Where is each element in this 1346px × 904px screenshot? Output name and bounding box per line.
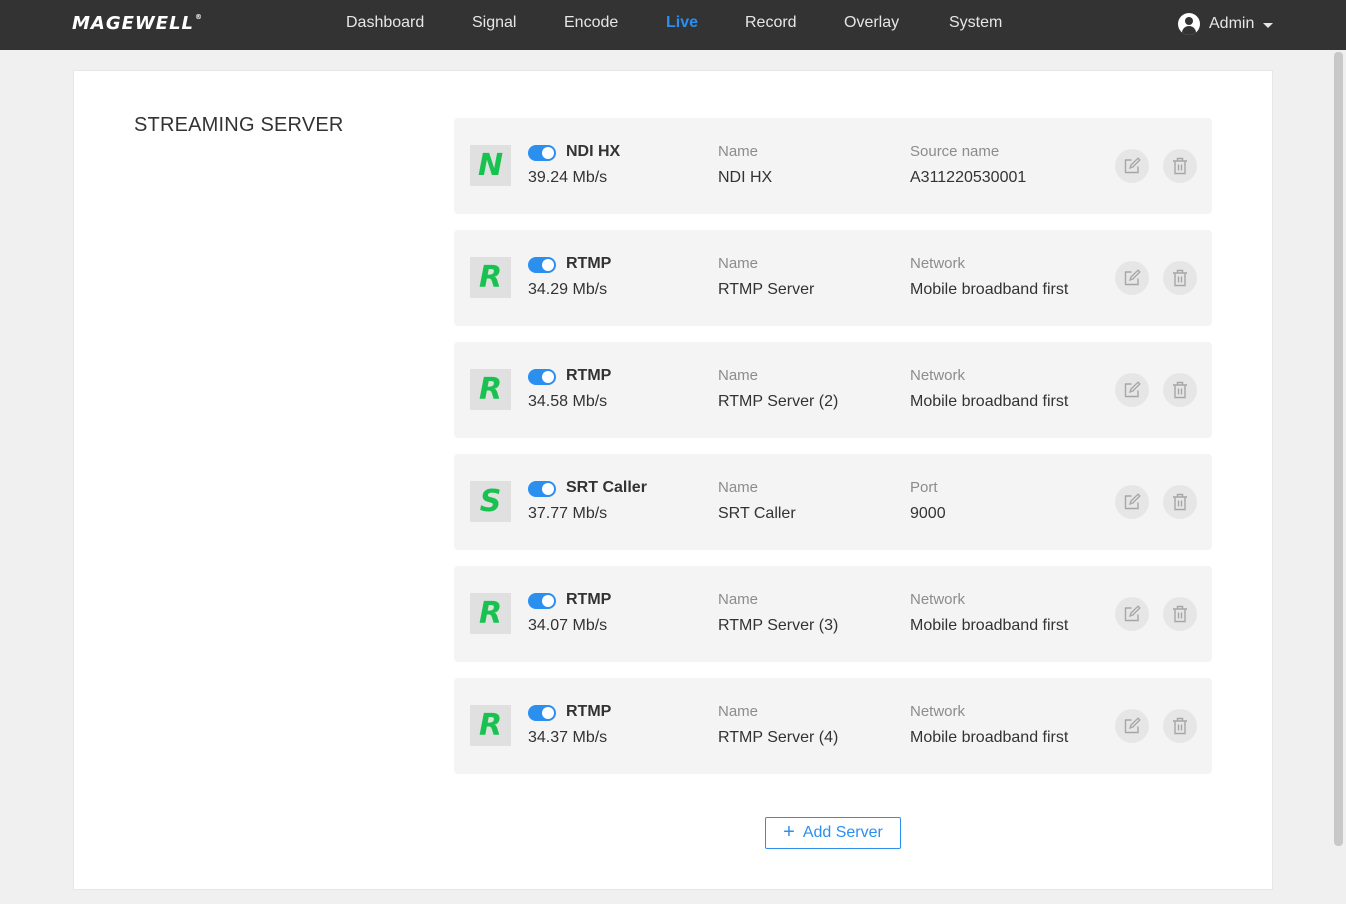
server-enable-toggle[interactable] bbox=[528, 257, 556, 273]
trash-icon bbox=[1173, 493, 1187, 511]
server-card: S SRT Caller 37.77 Mb/s Name SRT Caller … bbox=[454, 454, 1212, 550]
edit-icon bbox=[1124, 717, 1141, 734]
server-bitrate: 34.37 Mb/s bbox=[528, 729, 608, 746]
edit-icon bbox=[1124, 493, 1141, 510]
server-bitrate: 34.07 Mb/s bbox=[528, 617, 608, 634]
name-label: Name bbox=[718, 703, 759, 720]
server-enable-toggle[interactable] bbox=[528, 705, 556, 721]
detail-value: Mobile broadband first bbox=[910, 729, 1069, 746]
edit-icon bbox=[1124, 605, 1141, 622]
chevron-down-icon bbox=[1263, 22, 1274, 28]
detail-value: Mobile broadband first bbox=[910, 617, 1069, 634]
delete-button[interactable] bbox=[1163, 261, 1197, 295]
top-navigation-bar: MAGEWELL® Dashboard Signal Encode Live R… bbox=[0, 0, 1346, 50]
server-type: SRT Caller bbox=[566, 479, 647, 496]
trash-icon bbox=[1173, 157, 1187, 175]
protocol-badge: R bbox=[470, 593, 511, 634]
server-name: RTMP Server (2) bbox=[718, 393, 839, 410]
server-type: RTMP bbox=[566, 591, 612, 608]
trash-icon bbox=[1173, 717, 1187, 735]
server-bitrate: 34.58 Mb/s bbox=[528, 393, 608, 410]
magewell-logo[interactable]: MAGEWELL® bbox=[72, 13, 203, 34]
detail-value: Mobile broadband first bbox=[910, 281, 1069, 298]
add-server-button[interactable]: + Add Server bbox=[765, 817, 901, 849]
logo-trademark: ® bbox=[195, 13, 204, 21]
nav-system[interactable]: System bbox=[949, 14, 1002, 32]
edit-button[interactable] bbox=[1115, 261, 1149, 295]
server-bitrate: 34.29 Mb/s bbox=[528, 281, 608, 298]
server-enable-toggle[interactable] bbox=[528, 369, 556, 385]
server-card: N NDI HX 39.24 Mb/s Name NDI HX Source n… bbox=[454, 118, 1212, 214]
edit-icon bbox=[1124, 157, 1141, 174]
server-bitrate: 39.24 Mb/s bbox=[528, 169, 608, 186]
trash-icon bbox=[1173, 381, 1187, 399]
protocol-badge: S bbox=[470, 481, 511, 522]
server-card: R RTMP 34.58 Mb/s Name RTMP Server (2) N… bbox=[454, 342, 1212, 438]
detail-label: Network bbox=[910, 255, 966, 272]
nav-encode[interactable]: Encode bbox=[564, 14, 618, 32]
edit-button[interactable] bbox=[1115, 149, 1149, 183]
protocol-badge: N bbox=[470, 145, 511, 186]
protocol-badge: R bbox=[470, 257, 511, 298]
nav-overlay[interactable]: Overlay bbox=[844, 14, 899, 32]
server-enable-toggle[interactable] bbox=[528, 145, 556, 161]
detail-value: 9000 bbox=[910, 505, 946, 522]
delete-button[interactable] bbox=[1163, 597, 1197, 631]
nav-live[interactable]: Live bbox=[666, 14, 698, 32]
server-bitrate: 37.77 Mb/s bbox=[528, 505, 608, 522]
edit-button[interactable] bbox=[1115, 597, 1149, 631]
trash-icon bbox=[1173, 269, 1187, 287]
server-type: RTMP bbox=[566, 367, 612, 384]
name-label: Name bbox=[718, 367, 759, 384]
server-enable-toggle[interactable] bbox=[528, 593, 556, 609]
server-type: NDI HX bbox=[566, 143, 621, 160]
server-card: R RTMP 34.07 Mb/s Name RTMP Server (3) N… bbox=[454, 566, 1212, 662]
name-label: Name bbox=[718, 591, 759, 608]
detail-label: Network bbox=[910, 367, 966, 384]
server-card: R RTMP 34.29 Mb/s Name RTMP Server Netwo… bbox=[454, 230, 1212, 326]
name-label: Name bbox=[718, 143, 759, 160]
delete-button[interactable] bbox=[1163, 149, 1197, 183]
user-name: Admin bbox=[1209, 15, 1255, 32]
server-name: SRT Caller bbox=[718, 505, 796, 522]
detail-label: Source name bbox=[910, 143, 1000, 160]
logo-text: MAGEWELL bbox=[72, 13, 195, 34]
delete-button[interactable] bbox=[1163, 373, 1197, 407]
streaming-server-panel: STREAMING SERVER N NDI HX 39.24 Mb/s Nam… bbox=[73, 70, 1273, 890]
page-scrollbar[interactable] bbox=[1334, 52, 1343, 846]
nav-record[interactable]: Record bbox=[745, 14, 797, 32]
detail-value: Mobile broadband first bbox=[910, 393, 1069, 410]
server-card: R RTMP 34.37 Mb/s Name RTMP Server (4) N… bbox=[454, 678, 1212, 774]
section-title: STREAMING SERVER bbox=[134, 114, 344, 136]
plus-icon: + bbox=[783, 821, 795, 843]
protocol-badge: R bbox=[470, 705, 511, 746]
edit-button[interactable] bbox=[1115, 373, 1149, 407]
detail-label: Network bbox=[910, 591, 966, 608]
name-label: Name bbox=[718, 255, 759, 272]
name-label: Name bbox=[718, 479, 759, 496]
nav-signal[interactable]: Signal bbox=[472, 14, 516, 32]
server-name: RTMP Server (3) bbox=[718, 617, 839, 634]
detail-label: Network bbox=[910, 703, 966, 720]
server-type: RTMP bbox=[566, 703, 612, 720]
detail-value: A311220530001 bbox=[910, 169, 1027, 186]
server-enable-toggle[interactable] bbox=[528, 481, 556, 497]
edit-icon bbox=[1124, 381, 1141, 398]
delete-button[interactable] bbox=[1163, 709, 1197, 743]
edit-button[interactable] bbox=[1115, 709, 1149, 743]
server-name: NDI HX bbox=[718, 169, 773, 186]
edit-icon bbox=[1124, 269, 1141, 286]
trash-icon bbox=[1173, 605, 1187, 623]
server-type: RTMP bbox=[566, 255, 612, 272]
add-server-label: Add Server bbox=[802, 824, 883, 841]
edit-button[interactable] bbox=[1115, 485, 1149, 519]
nav-dashboard[interactable]: Dashboard bbox=[346, 14, 424, 32]
server-name: RTMP Server bbox=[718, 281, 815, 298]
user-icon bbox=[1178, 13, 1200, 35]
detail-label: Port bbox=[910, 479, 938, 496]
protocol-badge: R bbox=[470, 369, 511, 410]
delete-button[interactable] bbox=[1163, 485, 1197, 519]
server-name: RTMP Server (4) bbox=[718, 729, 839, 746]
user-menu[interactable]: Admin bbox=[1178, 13, 1274, 35]
